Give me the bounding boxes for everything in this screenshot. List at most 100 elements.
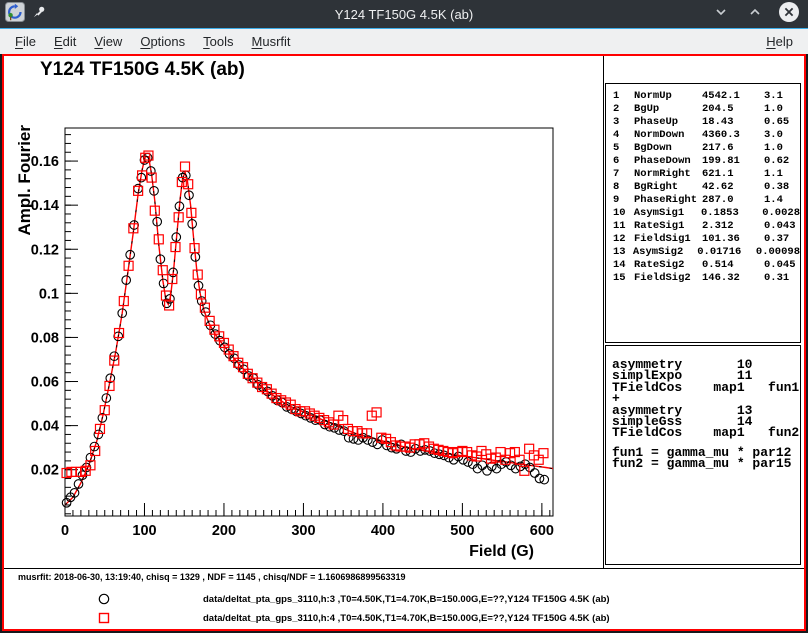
param-row-NormDown: 4NormDown4360.33.0 — [606, 129, 800, 142]
param-val: 204.5 — [702, 103, 764, 116]
svg-text:0.12: 0.12 — [31, 242, 59, 258]
menu-item-file[interactable]: File — [6, 31, 45, 52]
svg-text:300: 300 — [291, 523, 315, 539]
param-no: 2 — [613, 103, 634, 116]
param-name: BgUp — [634, 103, 702, 116]
param-name: FieldSig2 — [634, 272, 702, 285]
svg-text:400: 400 — [371, 523, 395, 539]
svg-text:200: 200 — [212, 523, 236, 539]
param-err: 1.4 — [764, 194, 800, 207]
legend-label: data/deltat_pta_gps_3110,h:4 ,T0=4.50K,T… — [203, 613, 610, 624]
titlebar: Y124 TF150G 4.5K (ab) — [0, 0, 808, 28]
param-row-RateSig1: 11RateSig12.3120.043 — [606, 220, 800, 233]
param-err: 0.65 — [764, 116, 800, 129]
svg-text:100: 100 — [132, 523, 156, 539]
svg-text:0: 0 — [61, 523, 69, 539]
param-no: 3 — [613, 116, 634, 129]
param-no: 11 — [613, 220, 634, 233]
param-val: 217.6 — [702, 142, 764, 155]
param-val: 0.514 — [702, 259, 764, 272]
param-row-BgRight: 8BgRight42.620.38 — [606, 181, 800, 194]
param-err: 1.0 — [764, 142, 800, 155]
param-err: 0.045 — [764, 259, 800, 272]
param-no: 1 — [613, 90, 634, 103]
param-name: NormDown — [634, 129, 702, 142]
param-val: 0.1853 — [701, 207, 762, 220]
param-val: 4360.3 — [702, 129, 764, 142]
fit-parameters-pad: 1NormUp4542.13.12BgUp204.51.03PhaseUp18.… — [605, 83, 801, 343]
root-canvas[interactable]: Y124 TF150G 4.5K (ab) 010020030040050060… — [2, 54, 806, 631]
param-no: 10 — [613, 207, 634, 220]
param-no: 5 — [613, 142, 634, 155]
param-err: 0.31 — [764, 272, 800, 285]
square-marker-icon — [96, 610, 112, 631]
fit-summary-text: musrfit: 2018-06-30, 13:19:40, chisq = 1… — [18, 572, 405, 582]
param-no: 8 — [613, 181, 634, 194]
menu-item-edit[interactable]: Edit — [45, 31, 85, 52]
param-err: 3.1 — [764, 90, 800, 103]
x-axis-title: Field (G) — [469, 543, 534, 560]
param-no: 14 — [613, 259, 634, 272]
param-no: 15 — [613, 272, 634, 285]
y-axis-title: Ampl. Fourier — [15, 125, 34, 236]
menu-item-options[interactable]: Options — [131, 31, 194, 52]
param-err: 0.62 — [764, 155, 800, 168]
svg-text:0.06: 0.06 — [31, 375, 59, 391]
menu-item-view[interactable]: View — [85, 31, 131, 52]
menu-item-help-rest: elp — [776, 34, 793, 49]
param-row-PhaseDown: 6PhaseDown199.810.62 — [606, 155, 800, 168]
svg-text:0.08: 0.08 — [31, 330, 59, 346]
svg-text:600: 600 — [530, 523, 554, 539]
menu-item-musrfit[interactable]: Musrfit — [243, 31, 300, 52]
param-err: 0.37 — [764, 233, 800, 246]
param-row-AsymSig2: 13AsymSig20.017160.00098 — [606, 246, 800, 259]
param-row-PhaseUp: 3PhaseUp18.430.65 — [606, 116, 800, 129]
param-row-BgDown: 5BgDown217.61.0 — [606, 142, 800, 155]
legend-row-2: data/deltat_pta_gps_3110,h:4 ,T0=4.50K,T… — [4, 610, 804, 626]
param-name: PhaseUp — [634, 116, 702, 129]
legend-row-1: data/deltat_pta_gps_3110,h:3 ,T0=4.50K,T… — [4, 591, 804, 607]
param-name: NormRight — [634, 168, 702, 181]
param-val: 42.62 — [702, 181, 764, 194]
close-button[interactable] — [778, 3, 800, 25]
theory-line: TFieldCos map1 fun1 — [612, 382, 800, 393]
param-name: RateSig2 — [634, 259, 702, 272]
chevron-down-icon — [714, 5, 728, 24]
menu-item-help[interactable]: Help — [757, 31, 802, 52]
fourier-plot[interactable]: 01002003004005006000.020.040.060.080.10.… — [4, 56, 604, 568]
fit-curve-red — [65, 157, 553, 505]
param-name: PhaseDown — [634, 155, 702, 168]
theory-line: TFieldCos map1 fun2 — [612, 427, 800, 438]
minimize-button[interactable] — [710, 3, 732, 25]
app-window: Y124 TF150G 4.5K (ab) — [0, 0, 808, 633]
menu-item-tools[interactable]: Tools — [194, 31, 242, 52]
param-val: 146.32 — [702, 272, 764, 285]
param-err: 1.1 — [764, 168, 800, 181]
svg-text:0.1: 0.1 — [39, 286, 59, 302]
param-row-AsymSig1: 10AsymSig10.18530.0028 — [606, 207, 800, 220]
param-name: NormUp — [634, 90, 702, 103]
param-err: 0.00098 — [756, 246, 800, 259]
chevron-up-icon — [748, 5, 762, 24]
param-row-FieldSig2: 15FieldSig2146.320.31 — [606, 272, 800, 285]
param-no: 9 — [613, 194, 634, 207]
circle-marker-icon — [96, 591, 112, 612]
plot-pad-right-border — [603, 56, 604, 569]
param-name: BgDown — [634, 142, 702, 155]
param-no: 4 — [613, 129, 634, 142]
param-val: 0.01716 — [697, 246, 756, 259]
window-title: Y124 TF150G 4.5K (ab) — [0, 7, 808, 22]
svg-text:0.04: 0.04 — [31, 419, 59, 435]
param-err: 0.043 — [764, 220, 800, 233]
param-no: 7 — [613, 168, 634, 181]
param-val: 2.312 — [702, 220, 764, 233]
param-val: 4542.1 — [702, 90, 764, 103]
root-app-icon — [5, 2, 25, 27]
axis-ticks — [65, 135, 550, 516]
param-val: 199.81 — [702, 155, 764, 168]
param-err: 1.0 — [764, 103, 800, 116]
theory-line: fun2 = gamma_mu * par15 — [612, 458, 800, 469]
maximize-button[interactable] — [744, 3, 766, 25]
pin-icon — [31, 4, 47, 25]
param-name: BgRight — [634, 181, 702, 194]
